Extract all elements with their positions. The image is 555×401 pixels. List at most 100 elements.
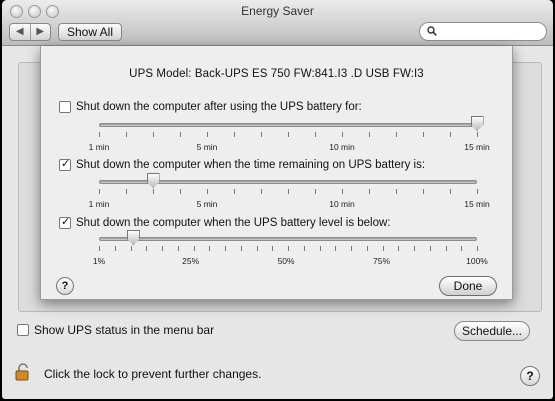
slider-tick (445, 246, 447, 251)
slider-tick (398, 246, 400, 251)
slider-tick (335, 246, 337, 251)
shutdown-battery-level-slider-knob[interactable] (126, 230, 140, 245)
shutdown-after-battery-slider-knob[interactable] (470, 116, 484, 131)
shutdown-battery-level-ticks (99, 246, 478, 251)
slider-tick (288, 132, 289, 137)
slider-tick (126, 189, 127, 194)
slider-tick (366, 246, 368, 251)
slider-tick (461, 246, 463, 251)
show-ups-status-checkbox[interactable] (17, 324, 29, 336)
lock-message: Click the lock to prevent further change… (44, 367, 262, 381)
done-button[interactable]: Done (439, 276, 497, 296)
slider-tick (99, 246, 100, 251)
shutdown-time-remaining-slider-knob[interactable] (146, 173, 160, 188)
slider-tick (130, 246, 132, 251)
slider-tick-label: 10 min (329, 142, 355, 152)
show-all-button[interactable]: Show All (58, 23, 122, 41)
slider-tick (423, 189, 424, 194)
slider-tick (303, 246, 305, 251)
slider-tick (193, 246, 195, 251)
slider-tick (146, 246, 148, 251)
slider-tick (382, 246, 384, 251)
slider-tick (351, 246, 352, 251)
slider-tick (180, 189, 181, 194)
slider-tick (288, 189, 289, 194)
slider-tick-label: 50% (277, 256, 295, 266)
slider-tick (153, 189, 154, 194)
slider-tick (207, 132, 208, 137)
slider-tick-label: 75% (373, 256, 391, 266)
slider-tick (180, 132, 181, 137)
slider-tick (450, 189, 451, 194)
search-field[interactable] (419, 22, 547, 41)
slider-tick-label: 10 min (329, 199, 355, 209)
slider-tick-label: 15 min (464, 199, 490, 209)
ups-options-sheet: UPS Model: Back-UPS ES 750 FW:841.I3 .D … (40, 46, 513, 300)
shutdown-after-battery-option[interactable]: Shut down the computer after using the U… (59, 101, 362, 113)
slider-tick (342, 189, 343, 194)
slider-tick-label: 1 min (88, 199, 110, 209)
slider-tick (450, 132, 451, 137)
slider-tick (207, 189, 208, 194)
slider-tick (209, 246, 211, 251)
slider-tick (315, 132, 316, 137)
slider-tick (396, 132, 397, 137)
title-bar: Energy Saver ◀ ▶ Show All (2, 0, 553, 46)
slider-tick (153, 132, 154, 137)
slider-tick (369, 132, 370, 137)
slider-tick (315, 189, 316, 194)
slider-tick (477, 132, 478, 137)
slider-tick-label: 15 min (464, 142, 490, 152)
shutdown-battery-level-tick-labels: 1% 25% 50% 75% 100% (93, 256, 488, 268)
lock-icon[interactable] (15, 363, 31, 381)
slider-tick (126, 132, 127, 137)
slider-tick (99, 132, 100, 137)
schedule-button[interactable]: Schedule... (454, 321, 530, 341)
show-ups-status-option[interactable]: Show UPS status in the menu bar (17, 323, 214, 337)
shutdown-after-battery-checkbox[interactable] (59, 101, 71, 113)
slider-tick (272, 246, 274, 251)
ups-model-label: UPS Model: Back-UPS ES 750 FW:841.I3 .D … (129, 68, 424, 80)
shutdown-after-battery-slider-track[interactable] (99, 123, 477, 127)
slider-tick-label: 1 min (88, 142, 110, 152)
slider-tick-label: 100% (466, 256, 488, 266)
shutdown-battery-level-checkbox[interactable] (59, 217, 71, 229)
shutdown-after-battery-label: Shut down the computer after using the U… (76, 101, 362, 113)
shutdown-time-remaining-label: Shut down the computer when the time rem… (76, 159, 426, 171)
slider-tick (225, 246, 226, 251)
slider-tick-label: 5 min (196, 199, 218, 209)
energy-saver-window: Energy Saver ◀ ▶ Show All Show UPS statu… (2, 0, 553, 399)
slider-tick (477, 246, 478, 251)
shutdown-battery-level-option[interactable]: Shut down the computer when the UPS batt… (59, 217, 391, 229)
shutdown-battery-level-label: Shut down the computer when the UPS batt… (76, 217, 391, 229)
slider-tick (261, 132, 262, 137)
slider-tick (162, 246, 163, 251)
slider-tick (234, 132, 235, 137)
shutdown-time-remaining-checkbox[interactable] (59, 159, 71, 171)
slider-tick (99, 189, 100, 194)
slider-tick-label: 1% (92, 256, 106, 266)
slider-tick (261, 189, 262, 194)
slider-tick (423, 132, 424, 137)
shutdown-time-remaining-ticks (99, 189, 478, 194)
slider-tick-label: 25% (182, 256, 200, 266)
back-forward-control: ◀ ▶ (9, 23, 51, 41)
slider-tick (234, 189, 235, 194)
slider-tick (319, 246, 321, 251)
shutdown-time-remaining-tick-labels: 1 min 5 min 10 min 15 min (89, 199, 490, 211)
help-button[interactable]: ? (520, 366, 540, 386)
slider-tick (288, 246, 289, 251)
slider-tick (240, 246, 242, 251)
slider-tick (342, 132, 343, 137)
shutdown-after-battery-ticks (99, 132, 478, 137)
forward-arrow-icon[interactable]: ▶ (31, 24, 51, 40)
slider-tick (414, 246, 415, 251)
magnifier-icon (427, 26, 437, 39)
slider-tick (429, 246, 431, 251)
back-arrow-icon[interactable]: ◀ (10, 24, 31, 40)
slider-tick-label: 5 min (196, 142, 218, 152)
slider-tick (477, 189, 478, 194)
shutdown-time-remaining-option[interactable]: Shut down the computer when the time rem… (59, 159, 425, 171)
shutdown-battery-level-slider-track[interactable] (99, 237, 477, 241)
sheet-help-button[interactable]: ? (56, 277, 74, 295)
